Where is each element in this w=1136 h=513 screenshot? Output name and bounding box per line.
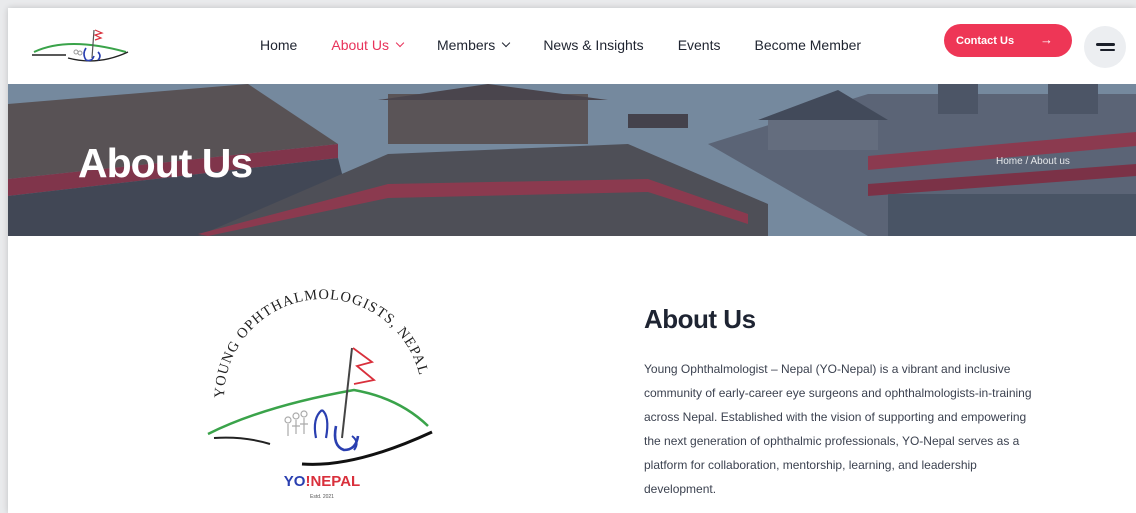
nav-about-us[interactable]: About Us: [331, 37, 405, 53]
nav-home[interactable]: Home: [260, 37, 297, 53]
nav-become-member[interactable]: Become Member: [755, 37, 862, 53]
arrow-right-icon: →: [1040, 32, 1053, 47]
breadcrumb[interactable]: Home / About us: [996, 156, 1070, 167]
nav-news-insights[interactable]: News & Insights: [543, 37, 643, 53]
main-nav: Home About Us Members News & Insights Ev…: [260, 37, 895, 53]
nav-label: Become Member: [754, 37, 862, 53]
yo-nepal-emblem: YOUNG OPHTHALMOLOGISTS, NEPAL YO!NEPAL E…: [204, 286, 444, 506]
chevron-down-icon: [502, 38, 511, 48]
contact-us-label: Contact Us: [956, 34, 1015, 47]
about-paragraph: Young Ophthalmologist – Nepal (YO-Nepal)…: [644, 362, 1032, 496]
nav-label: About Us: [331, 37, 389, 53]
nav-label: Members: [436, 37, 496, 53]
page-title: About Us: [78, 140, 253, 186]
nav-events[interactable]: Events: [678, 37, 721, 53]
emblem-est-text: Estd. 2021: [310, 494, 334, 500]
nav-label: Events: [677, 37, 721, 53]
emblem-arc-text: YOUNG OPHTHALMOLOGISTS, NEPAL: [212, 287, 431, 398]
contact-us-button[interactable]: Contact Us →: [944, 24, 1072, 57]
page: Home About Us Members News & Insights Ev…: [8, 8, 1136, 513]
page-banner: About Us Home / About us: [8, 84, 1136, 236]
nav-label: Home: [260, 37, 298, 53]
emblem-brand-text: YO!NEPAL: [284, 473, 360, 490]
site-header: Home About Us Members News & Insights Ev…: [8, 8, 1136, 84]
chevron-down-icon: [395, 38, 405, 48]
nav-members[interactable]: Members: [436, 37, 511, 53]
nav-label: News & Insights: [543, 37, 644, 53]
hamburger-menu-icon[interactable]: [1084, 26, 1126, 68]
site-logo[interactable]: [28, 22, 138, 66]
about-heading: About Us: [644, 304, 756, 334]
